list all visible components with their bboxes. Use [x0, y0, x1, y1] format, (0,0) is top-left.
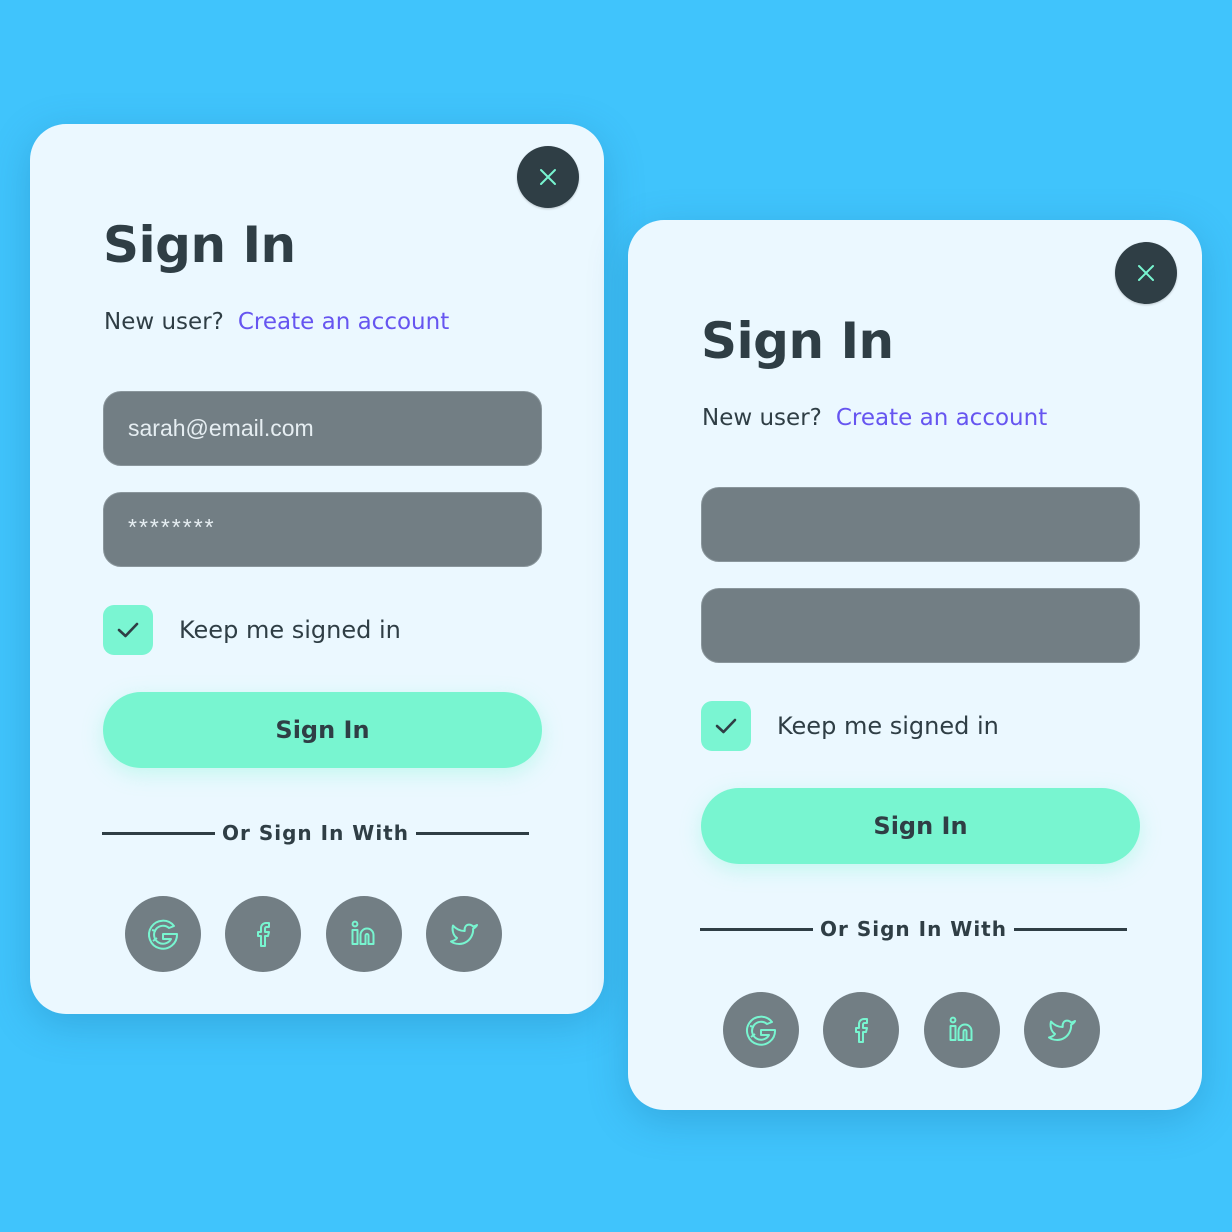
facebook-icon: [855, 1018, 869, 1043]
new-user-text: New user?: [104, 309, 224, 335]
divider-line: [416, 831, 529, 835]
divider-line: [102, 831, 215, 835]
keep-signed-in-label: Keep me signed in: [777, 712, 999, 740]
divider-text: Or Sign In With: [222, 821, 409, 845]
create-account-link[interactable]: Create an account: [238, 309, 449, 335]
new-user-row: New user? Create an account: [104, 309, 449, 335]
email-field[interactable]: [701, 487, 1140, 562]
close-button[interactable]: [1115, 242, 1177, 304]
sign-in-card: Sign In New user? Create an account sarah…: [30, 124, 604, 1014]
google-icon: [148, 919, 179, 950]
checkmark-icon: [715, 718, 737, 734]
close-button[interactable]: [517, 146, 579, 208]
linkedin-button[interactable]: [325, 896, 402, 972]
new-user-row: New user? Create an account: [702, 405, 1047, 431]
email-field[interactable]: sarah@email.com: [103, 391, 542, 466]
new-user-text: New user?: [702, 405, 822, 431]
facebook-button[interactable]: [225, 896, 302, 972]
twitter-icon: [1047, 1019, 1076, 1041]
email-value: sarah@email.com: [128, 415, 314, 441]
twitter-icon: [449, 923, 478, 945]
facebook-button[interactable]: [823, 992, 900, 1068]
create-account-link[interactable]: Create an account: [836, 405, 1047, 431]
facebook-icon: [257, 922, 271, 947]
checkmark-icon: [117, 622, 139, 638]
linkedin-icon: [351, 920, 375, 945]
divider-text: Or Sign In With: [820, 917, 1007, 941]
close-icon: [540, 169, 556, 185]
social-login-row: [723, 992, 1100, 1068]
page-title: Sign In: [701, 312, 894, 370]
sign-in-button[interactable]: Sign In: [701, 788, 1140, 864]
google-button[interactable]: [125, 896, 201, 972]
close-icon: [1138, 265, 1154, 281]
keep-signed-in-toggle[interactable]: Keep me signed in: [701, 701, 999, 751]
twitter-button[interactable]: [425, 896, 502, 972]
keep-signed-in-toggle[interactable]: Keep me signed in: [103, 605, 401, 655]
sign-in-card: Sign In New user? Create an account Keep …: [628, 220, 1202, 1110]
password-field[interactable]: ********: [103, 492, 542, 567]
keep-signed-in-checkbox[interactable]: [701, 701, 751, 751]
divider: Or Sign In With: [102, 818, 529, 848]
page-title: Sign In: [103, 216, 296, 274]
password-value: ********: [128, 514, 216, 540]
divider-line: [1014, 927, 1127, 931]
twitter-button[interactable]: [1023, 992, 1100, 1068]
keep-signed-in-checkbox[interactable]: [103, 605, 153, 655]
password-field[interactable]: [701, 588, 1140, 663]
google-icon: [746, 1015, 777, 1046]
keep-signed-in-label: Keep me signed in: [179, 616, 401, 644]
linkedin-button[interactable]: [923, 992, 1000, 1068]
divider: Or Sign In With: [700, 914, 1127, 944]
sign-in-button[interactable]: Sign In: [103, 692, 542, 768]
linkedin-icon: [949, 1016, 973, 1041]
social-login-row: [125, 896, 502, 972]
divider-line: [700, 927, 813, 931]
google-button[interactable]: [723, 992, 799, 1068]
